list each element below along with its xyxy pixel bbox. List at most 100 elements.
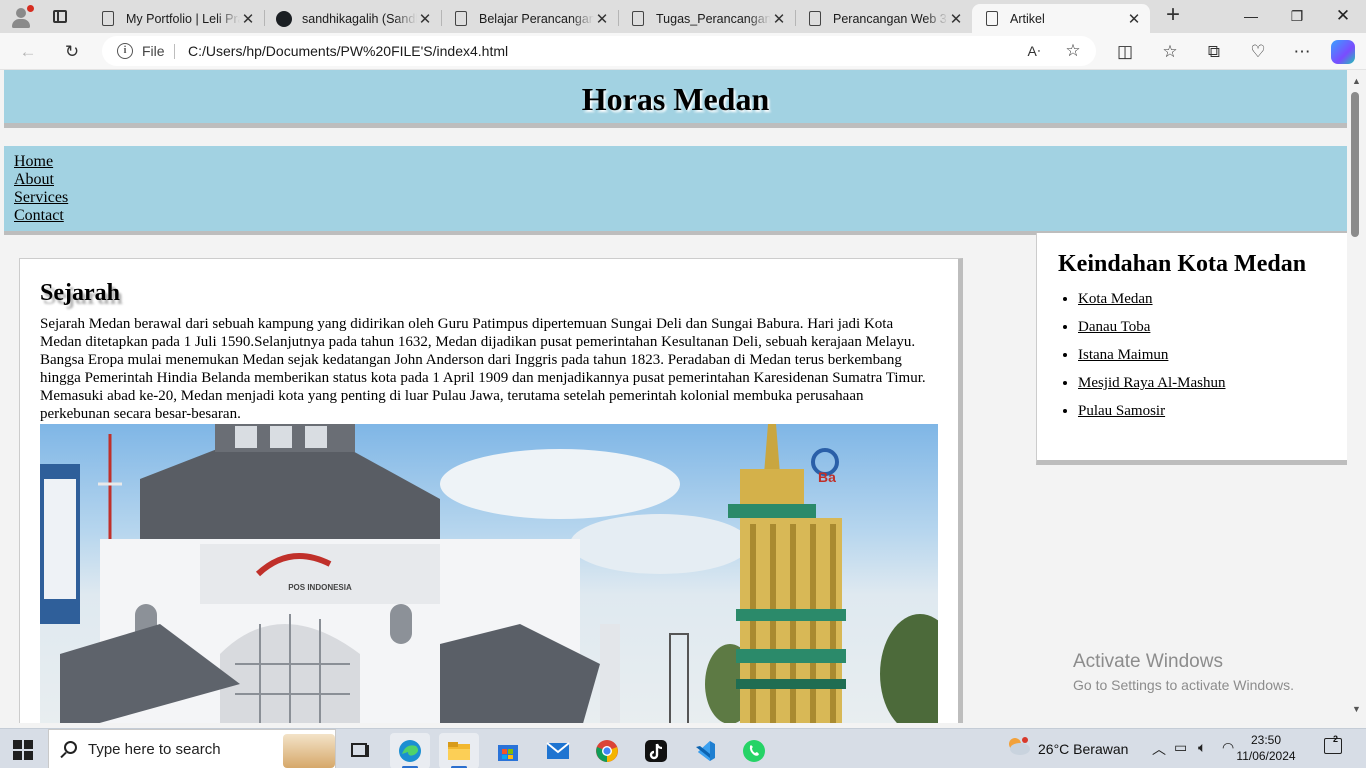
scheme-label: File (142, 43, 165, 59)
tab-title: My Portfolio | Leli Pra (126, 11, 240, 26)
article-photo: POS INDONESIA Ba (40, 424, 938, 723)
weather-cloud-icon[interactable] (1006, 737, 1030, 755)
clock[interactable]: 23:50 11/06/2024 (1236, 732, 1296, 764)
sidebar-title: Keindahan Kota Medan (1058, 251, 1307, 277)
article-text: Sejarah Medan berawal dari sebuah kampun… (40, 316, 926, 422)
edge-icon[interactable] (390, 733, 430, 768)
close-tab-icon[interactable]: ✕ (948, 10, 964, 28)
scroll-up-arrow-icon[interactable]: ▲ (1352, 76, 1361, 86)
page-icon (102, 11, 114, 26)
windows-start-icon[interactable] (13, 740, 33, 760)
profile-notification-dot (27, 5, 34, 12)
more-options-icon[interactable]: ⋯ (1288, 38, 1316, 66)
copilot-icon[interactable] (1331, 40, 1355, 64)
tab-title: Tugas_PerancanganW (656, 11, 771, 26)
close-tab-icon[interactable]: ✕ (1126, 10, 1142, 28)
tab-github[interactable]: sandhikagalih (Sandhi ✕ (264, 4, 441, 33)
tab-title: Perancangan Web 3 (833, 11, 947, 26)
close-window-button[interactable]: ✕ (1320, 0, 1366, 32)
close-tab-icon[interactable]: ✕ (771, 10, 787, 28)
tab-tugas[interactable]: Tugas_PerancanganW ✕ (618, 4, 795, 33)
clock-time: 23:50 (1250, 733, 1282, 747)
close-tab-icon[interactable]: ✕ (240, 10, 256, 28)
watermark-line1: Activate Windows (1073, 651, 1223, 672)
chrome-icon[interactable] (587, 733, 627, 768)
search-icon (64, 741, 77, 754)
list-item: Danau Toba (1078, 318, 1347, 336)
volume-icon[interactable]: 🔈︎ (1198, 739, 1206, 756)
restore-button[interactable]: ❐ (1274, 0, 1320, 32)
page-icon (986, 11, 998, 26)
browser-essentials-icon[interactable]: ♡ (1244, 38, 1272, 66)
weather-text[interactable]: 26°C Berawan (1038, 741, 1128, 757)
link-pulau-samosir[interactable]: Pulau Samosir (1078, 403, 1165, 419)
page-icon (455, 11, 467, 26)
tiktok-icon[interactable] (636, 733, 676, 768)
chevron-up-icon[interactable]: ︿ (1152, 739, 1166, 759)
sidebar-card: Keindahan Kota Medan Kota Medan Danau To… (1036, 233, 1347, 465)
close-tab-icon[interactable]: ✕ (417, 10, 433, 28)
close-tab-icon[interactable]: ✕ (594, 10, 610, 28)
split-screen-icon[interactable]: ◫ (1111, 38, 1139, 66)
back-arrow-icon[interactable]: ← (14, 38, 42, 66)
site-header: Horas Medan (4, 70, 1347, 128)
site-title: Horas Medan (581, 81, 770, 117)
battery-icon[interactable]: ▭ (1174, 739, 1187, 756)
wifi-icon[interactable]: ◠ (1222, 739, 1234, 756)
tab-perancangan[interactable]: Perancangan Web 3 ✕ (795, 4, 972, 33)
minimize-button[interactable]: — (1228, 0, 1274, 32)
tab-actions-icon[interactable] (48, 6, 72, 28)
info-icon[interactable]: i (117, 43, 133, 59)
watermark-line2: Go to Settings to activate Windows. (1073, 677, 1294, 693)
sidebar-link-list: Kota Medan Danau Toba Istana Maimun Mesj… (1058, 290, 1347, 420)
tab-portfolio[interactable]: My Portfolio | Leli Pra ✕ (88, 4, 264, 33)
github-icon (276, 10, 292, 27)
read-aloud-icon[interactable]: Aᐧ (1020, 37, 1048, 65)
tab-belajar[interactable]: Belajar Perancangan W ✕ (441, 4, 618, 33)
page-viewport: Horas Medan Home About Services Contact … (4, 70, 1347, 723)
scroll-down-arrow-icon[interactable]: ▼ (1352, 704, 1361, 714)
tab-strip: My Portfolio | Leli Pra ✕ sandhikagalih … (0, 0, 1366, 33)
address-divider (174, 44, 175, 59)
new-tab-button[interactable]: + (1160, 3, 1186, 29)
taskbar-search-box[interactable]: Type here to search (48, 729, 336, 768)
collections-icon[interactable]: ⧉ (1200, 38, 1228, 66)
svg-text:Ba: Ba (818, 469, 836, 485)
tab-artikel[interactable]: Artikel ✕ (972, 4, 1150, 33)
nav-link-services[interactable]: Services (14, 189, 1347, 207)
search-placeholder: Type here to search (88, 741, 221, 758)
notification-count-badge: 2 (1333, 734, 1339, 744)
task-view-icon[interactable] (340, 733, 380, 768)
vscode-icon[interactable] (685, 733, 725, 768)
file-explorer-icon[interactable] (439, 733, 479, 768)
article-title: Sejarah (40, 280, 120, 306)
refresh-icon[interactable]: ↻ (58, 38, 86, 66)
mail-icon[interactable] (538, 733, 578, 768)
list-item: Istana Maimun (1078, 346, 1347, 364)
page-scrollbar[interactable]: ▲ ▼ (1347, 70, 1366, 723)
nav-link-about[interactable]: About (14, 171, 1347, 189)
link-mesjid-raya[interactable]: Mesjid Raya Al-Mashun (1078, 375, 1226, 391)
search-highlight-image (283, 734, 335, 768)
nav-link-home[interactable]: Home (14, 153, 1347, 171)
clock-date: 11/06/2024 (1236, 749, 1296, 763)
link-kota-medan[interactable]: Kota Medan (1078, 291, 1153, 307)
link-istana-maimun[interactable]: Istana Maimun (1078, 347, 1168, 363)
store-icon[interactable] (488, 733, 528, 768)
favorite-star-icon[interactable]: ☆ (1059, 37, 1087, 65)
article-card: Sejarah Sejarah Medan berawal dari sebua… (19, 258, 963, 723)
favorites-icon[interactable]: ☆ (1156, 38, 1184, 66)
url-text[interactable]: C:/Users/hp/Documents/PW%20FILE'S/index4… (188, 43, 508, 59)
address-bar[interactable]: i File C:/Users/hp/Documents/PW%20FILE'S… (102, 36, 1096, 66)
list-item: Pulau Samosir (1078, 402, 1347, 420)
tab-title: Artikel (1010, 11, 1045, 26)
whatsapp-icon[interactable] (734, 733, 774, 768)
profile-avatar-icon[interactable] (8, 4, 34, 30)
nav-link-contact[interactable]: Contact (14, 207, 1347, 225)
link-danau-toba[interactable]: Danau Toba (1078, 319, 1150, 335)
site-nav: Home About Services Contact (4, 146, 1347, 235)
photo-sign-text: POS INDONESIA (288, 583, 352, 592)
scroll-thumb[interactable] (1351, 92, 1359, 237)
tab-title: Belajar Perancangan W (479, 11, 594, 26)
activate-windows-watermark: Activate Windows Go to Settings to activ… (1073, 651, 1294, 693)
